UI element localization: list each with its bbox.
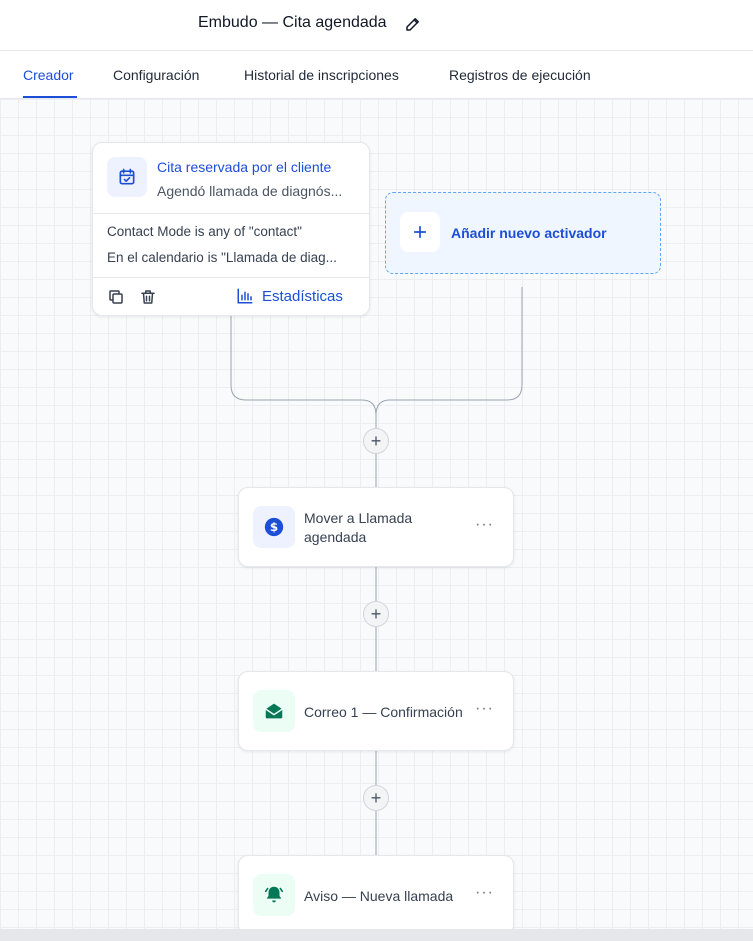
tab-configuracion[interactable]: Configuración (113, 67, 199, 83)
svg-text:$: $ (270, 520, 278, 534)
trigger-title[interactable]: Cita reservada por el cliente (157, 159, 331, 175)
more-options-button[interactable]: ··· (475, 700, 494, 718)
statistics-button[interactable]: Estadísticas (236, 287, 343, 305)
trigger-condition-calendar: En el calendario is "Llamada de diag... (107, 250, 337, 265)
calendar-check-icon (107, 157, 147, 197)
add-trigger-label: Añadir nuevo activador (451, 225, 607, 241)
workflow-canvas[interactable]: Cita reservada por el cliente Agendó lla… (0, 99, 753, 929)
divider (93, 277, 369, 278)
envelope-open-icon (253, 690, 295, 732)
divider (93, 213, 369, 214)
tab-creador[interactable]: Creador (23, 67, 74, 83)
tab-registros-ejecucion[interactable]: Registros de ejecución (449, 67, 591, 83)
add-trigger-button[interactable]: Añadir nuevo activador (385, 192, 661, 274)
more-options-button[interactable]: ··· (475, 884, 494, 902)
statistics-label: Estadísticas (262, 287, 343, 305)
active-tab-indicator (23, 96, 77, 98)
tab-historial-inscripciones[interactable]: Historial de inscripciones (244, 67, 399, 83)
action-label: Aviso — Nueva llamada (304, 888, 454, 904)
dollar-icon: $ (253, 506, 295, 548)
more-options-button[interactable]: ··· (475, 516, 494, 534)
trigger-card[interactable]: Cita reservada por el cliente Agendó lla… (92, 142, 370, 316)
action-label-line2: agendada (304, 529, 367, 545)
horizontal-scrollbar[interactable] (0, 929, 753, 941)
action-move-opportunity[interactable]: $ Mover a Llamada agendada ··· (238, 487, 514, 567)
pencil-icon[interactable] (404, 15, 422, 33)
action-email-confirmation[interactable]: Correo 1 — Confirmación ··· (238, 671, 514, 751)
tab-bar: Creador Configuración Historial de inscr… (0, 51, 753, 99)
bell-ring-icon (253, 874, 295, 916)
action-label: Correo 1 — Confirmación (304, 704, 463, 720)
copy-icon[interactable] (107, 288, 125, 306)
add-step-button[interactable]: + (363, 785, 389, 811)
trash-icon[interactable] (139, 288, 157, 306)
trigger-subtitle: Agendó llamada de diagnós... (157, 183, 343, 199)
add-step-button[interactable]: + (363, 601, 389, 627)
workflow-title[interactable]: Embudo — Cita agendada (198, 14, 387, 32)
plus-icon (400, 212, 440, 252)
trigger-condition-contact-mode: Contact Mode is any of "contact" (107, 224, 302, 239)
top-bar: Embudo — Cita agendada (0, 0, 753, 51)
bar-chart-icon (237, 288, 253, 304)
add-step-button[interactable]: + (363, 428, 389, 454)
action-label-line1: Mover a Llamada (304, 510, 413, 526)
action-internal-notification[interactable]: Aviso — Nueva llamada ··· (238, 855, 514, 929)
